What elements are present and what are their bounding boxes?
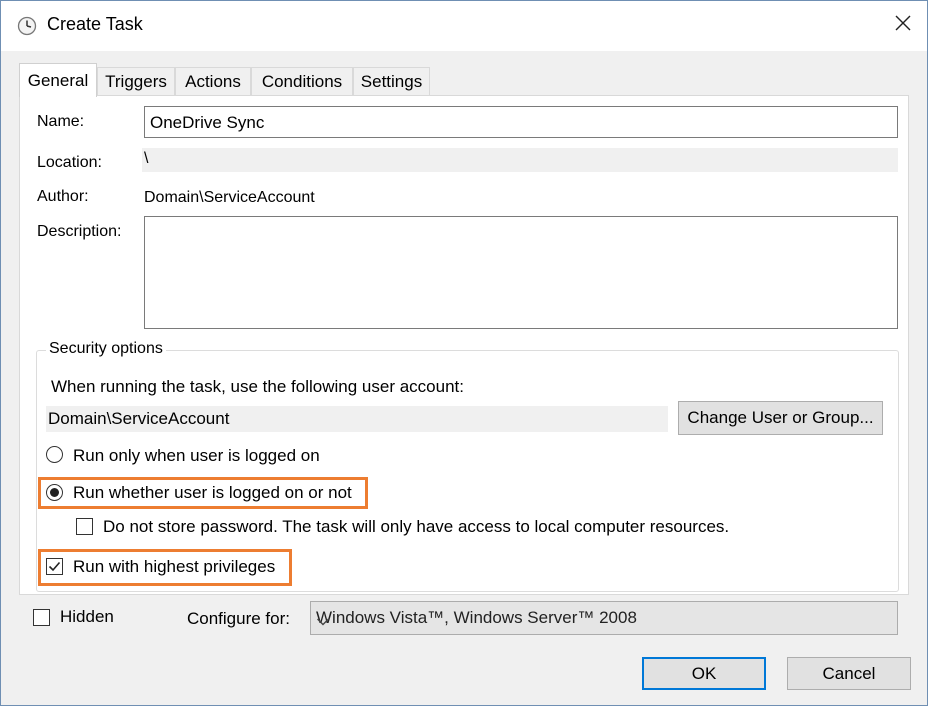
hidden-label: Hidden: [60, 607, 114, 626]
account-field: Domain\ServiceAccount: [46, 406, 668, 432]
name-label: Name:: [37, 113, 85, 130]
no-store-password-label: Do not store password. The task will onl…: [103, 517, 730, 536]
general-panel: Name: OneDrive Sync Location: \ Author: …: [19, 95, 909, 595]
configure-for-dropdown[interactable]: Windows Vista™, Windows Server™ 2008: [310, 601, 898, 635]
run-logged-on-label: Run only when user is logged on: [73, 446, 320, 465]
window-title: Create Task: [47, 14, 143, 34]
author-label: Author:: [37, 188, 89, 205]
location-value: \: [144, 150, 149, 167]
account-value: Domain\ServiceAccount: [48, 409, 230, 428]
location-field: \: [142, 148, 898, 172]
tab-general[interactable]: General: [19, 63, 97, 97]
close-icon: [894, 14, 912, 37]
tab-settings[interactable]: Settings: [353, 67, 430, 96]
run-whether-label: Run whether user is logged on or not: [73, 483, 352, 502]
highest-privileges-checkbox[interactable]: [46, 558, 63, 575]
tab-conditions[interactable]: Conditions: [251, 67, 353, 96]
close-button[interactable]: [881, 5, 925, 45]
change-user-button[interactable]: Change User or Group...: [678, 401, 883, 435]
no-store-password-checkbox[interactable]: [76, 518, 93, 535]
cancel-button[interactable]: Cancel: [787, 657, 911, 690]
account-prompt: When running the task, use the following…: [51, 377, 464, 396]
run-whether-radio[interactable]: [46, 484, 63, 501]
location-label: Location:: [37, 154, 102, 171]
name-value: OneDrive Sync: [150, 113, 265, 132]
highest-privileges-label: Run with highest privileges: [73, 557, 276, 576]
title-bar: Create Task: [1, 1, 927, 51]
checkmark-icon: [48, 561, 61, 572]
create-task-dialog: Create Task General Triggers Actions Con…: [0, 0, 928, 706]
clock-icon: [17, 16, 37, 36]
author-value: Domain\ServiceAccount: [144, 189, 315, 206]
description-label: Description:: [37, 223, 122, 240]
tab-actions[interactable]: Actions: [175, 67, 251, 96]
chevron-down-icon: [316, 612, 889, 632]
tab-triggers[interactable]: Triggers: [97, 67, 175, 96]
configure-for-label: Configure for:: [187, 609, 290, 628]
ok-button[interactable]: OK: [642, 657, 766, 690]
security-options-legend: Security options: [46, 340, 166, 358]
hidden-checkbox[interactable]: [33, 609, 50, 626]
name-input[interactable]: OneDrive Sync: [144, 106, 898, 138]
description-input[interactable]: [144, 216, 898, 329]
run-logged-on-radio[interactable]: [46, 446, 63, 463]
